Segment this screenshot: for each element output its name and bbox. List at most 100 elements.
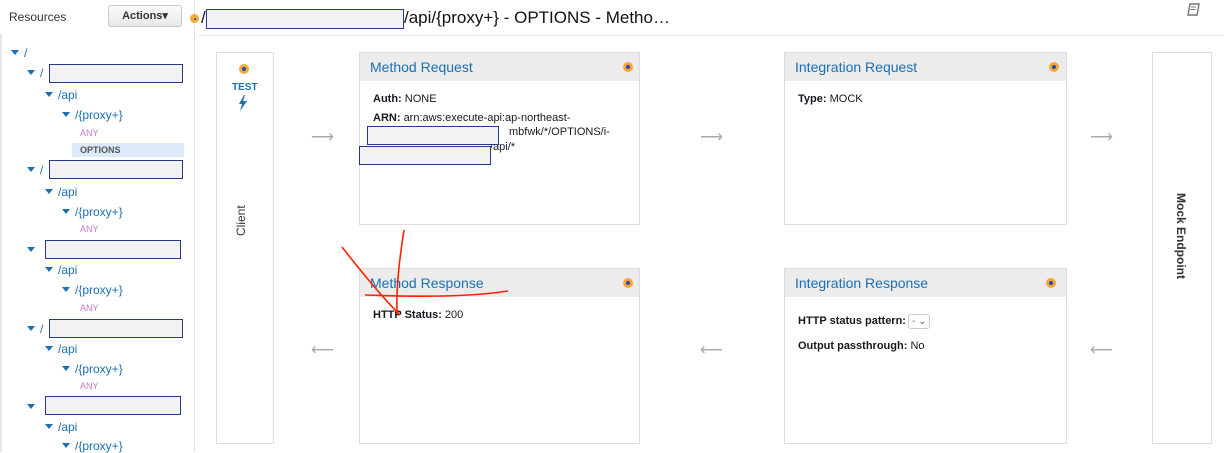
arrow-right-icon: ⟶: [700, 129, 723, 146]
chevron-down-icon[interactable]: [45, 346, 53, 351]
tree-resource-label: /: [40, 163, 44, 177]
status-pattern-line: HTTP status pattern: - ⌄: [798, 314, 931, 329]
tree-resource-label: /: [40, 66, 44, 80]
tree-proxy-label: /{proxy+}: [75, 205, 123, 219]
auth-line: Auth: NONE: [373, 93, 437, 106]
chevron-down-icon[interactable]: [62, 112, 70, 117]
passthrough-line: Output passthrough: No: [798, 340, 925, 353]
method-any-2[interactable]: ANY: [80, 224, 99, 234]
test-button[interactable]: TEST: [232, 82, 258, 93]
method-request-title[interactable]: Method Request: [370, 59, 473, 75]
tree-api-label: /api: [58, 185, 78, 199]
tree-resource-4[interactable]: /: [27, 322, 43, 336]
redacted-block: [367, 126, 499, 145]
chevron-down-icon[interactable]: [62, 287, 70, 292]
status-dot-icon: [1049, 62, 1059, 72]
tree-api-label: /api: [58, 263, 78, 277]
arrow-right-icon: ⟶: [311, 129, 334, 146]
tree-resource-3[interactable]: [27, 243, 40, 257]
chevron-down-icon[interactable]: [62, 209, 70, 214]
arrow-left-icon: ⟵: [700, 342, 723, 359]
integration-request-title[interactable]: Integration Request: [795, 59, 917, 75]
actions-caret-icon: ▾: [162, 10, 168, 22]
tree-proxy-label: /{proxy+}: [75, 362, 123, 376]
integration-response-title[interactable]: Integration Response: [795, 275, 928, 291]
type-value: MOCK: [829, 93, 863, 105]
status-pattern-select[interactable]: - ⌄: [907, 314, 931, 329]
book-icon[interactable]: [1187, 3, 1201, 20]
tree-api-label: /api: [58, 420, 78, 434]
redacted-block: [49, 160, 183, 179]
chevron-down-icon[interactable]: [27, 404, 35, 409]
chevron-down-icon[interactable]: [27, 167, 35, 172]
actions-button[interactable]: Actions▾: [108, 5, 182, 27]
integration-request-card[interactable]: Integration Request Type: MOCK: [784, 52, 1067, 225]
redacted-block: [359, 146, 491, 165]
lightning-icon[interactable]: [238, 95, 248, 116]
tree-proxy-5[interactable]: /{proxy+}: [62, 439, 123, 453]
header-divider: [198, 35, 1224, 36]
tree-api-5[interactable]: /api: [45, 420, 77, 434]
redacted-block: [45, 240, 181, 259]
arn-value-1: arn:aws:execute-api:ap-northeast-: [403, 112, 571, 124]
chevron-down-icon[interactable]: [62, 366, 70, 371]
tree-api-label: /api: [58, 88, 78, 102]
method-any-1[interactable]: ANY: [80, 128, 99, 138]
chevron-down-icon[interactable]: [27, 326, 35, 331]
tree-proxy-3[interactable]: /{proxy+}: [62, 283, 123, 297]
arrow-left-icon: ⟵: [1090, 342, 1113, 359]
redacted-block: [206, 9, 404, 29]
status-pattern-key: HTTP status pattern:: [798, 315, 906, 327]
tree-proxy-2[interactable]: /{proxy+}: [62, 205, 123, 219]
arrow-right-icon: ⟶: [1090, 129, 1113, 146]
method-any-3[interactable]: ANY: [80, 303, 99, 313]
type-key: Type:: [798, 93, 827, 105]
red-annotation-marks: [341, 229, 509, 316]
status-dot-icon: [623, 62, 633, 72]
chevron-down-icon[interactable]: [27, 70, 35, 75]
tree-api-2[interactable]: /api: [45, 185, 77, 199]
passthrough-value: No: [910, 340, 925, 352]
sidebar-divider: [0, 34, 2, 452]
resources-label: Resources: [9, 10, 67, 24]
arn-key: ARN:: [373, 112, 401, 124]
auth-key: Auth:: [373, 93, 402, 105]
book-icon-svg: [1187, 3, 1200, 16]
tree-root[interactable]: /: [11, 46, 27, 60]
status-dot-icon: [1046, 278, 1056, 288]
tree-api-label: /api: [58, 342, 78, 356]
tree-proxy-1[interactable]: /{proxy+}: [62, 108, 123, 122]
arn-line: ARN: arn:aws:execute-api:ap-northeast-: [373, 112, 571, 125]
tree-proxy-label: /{proxy+}: [75, 283, 123, 297]
redacted-block: [49, 64, 183, 83]
tree-api-3[interactable]: /api: [45, 263, 77, 277]
chevron-down-icon[interactable]: [45, 92, 53, 97]
chevron-down-icon[interactable]: [45, 189, 53, 194]
auth-value: NONE: [404, 93, 437, 105]
client-status-icon: [239, 64, 249, 74]
redacted-block: [49, 319, 183, 338]
method-options-selected[interactable]: OPTIONS: [72, 143, 184, 157]
tree-proxy-label: /{proxy+}: [75, 439, 123, 453]
chevron-down-icon[interactable]: [62, 443, 70, 448]
actions-button-label: Actions: [122, 10, 163, 22]
tree-resource-5[interactable]: [27, 400, 40, 414]
chevron-down-icon[interactable]: [27, 247, 35, 252]
chevron-down-icon[interactable]: [11, 50, 19, 55]
chevron-down-icon[interactable]: [45, 267, 53, 272]
arn-value-2: mbfwk/*/OPTIONS/i-: [509, 126, 610, 138]
resource-status-icon: [190, 14, 199, 23]
tree-resource-2[interactable]: /: [27, 163, 43, 177]
integration-response-card[interactable]: Integration Response HTTP status pattern…: [784, 268, 1067, 444]
tree-root-label: /: [24, 46, 28, 60]
chevron-down-icon[interactable]: [45, 424, 53, 429]
lightning-icon-svg: [239, 95, 247, 111]
tree-api-4[interactable]: /api: [45, 342, 77, 356]
tree-api-1[interactable]: /api: [45, 88, 77, 102]
tree-proxy-4[interactable]: /{proxy+}: [62, 362, 123, 376]
tree-proxy-label: /{proxy+}: [75, 108, 123, 122]
tree-resource-1[interactable]: /: [27, 66, 43, 80]
method-any-4[interactable]: ANY: [80, 381, 99, 391]
client-label: Client: [234, 205, 248, 236]
passthrough-key: Output passthrough:: [798, 340, 908, 352]
